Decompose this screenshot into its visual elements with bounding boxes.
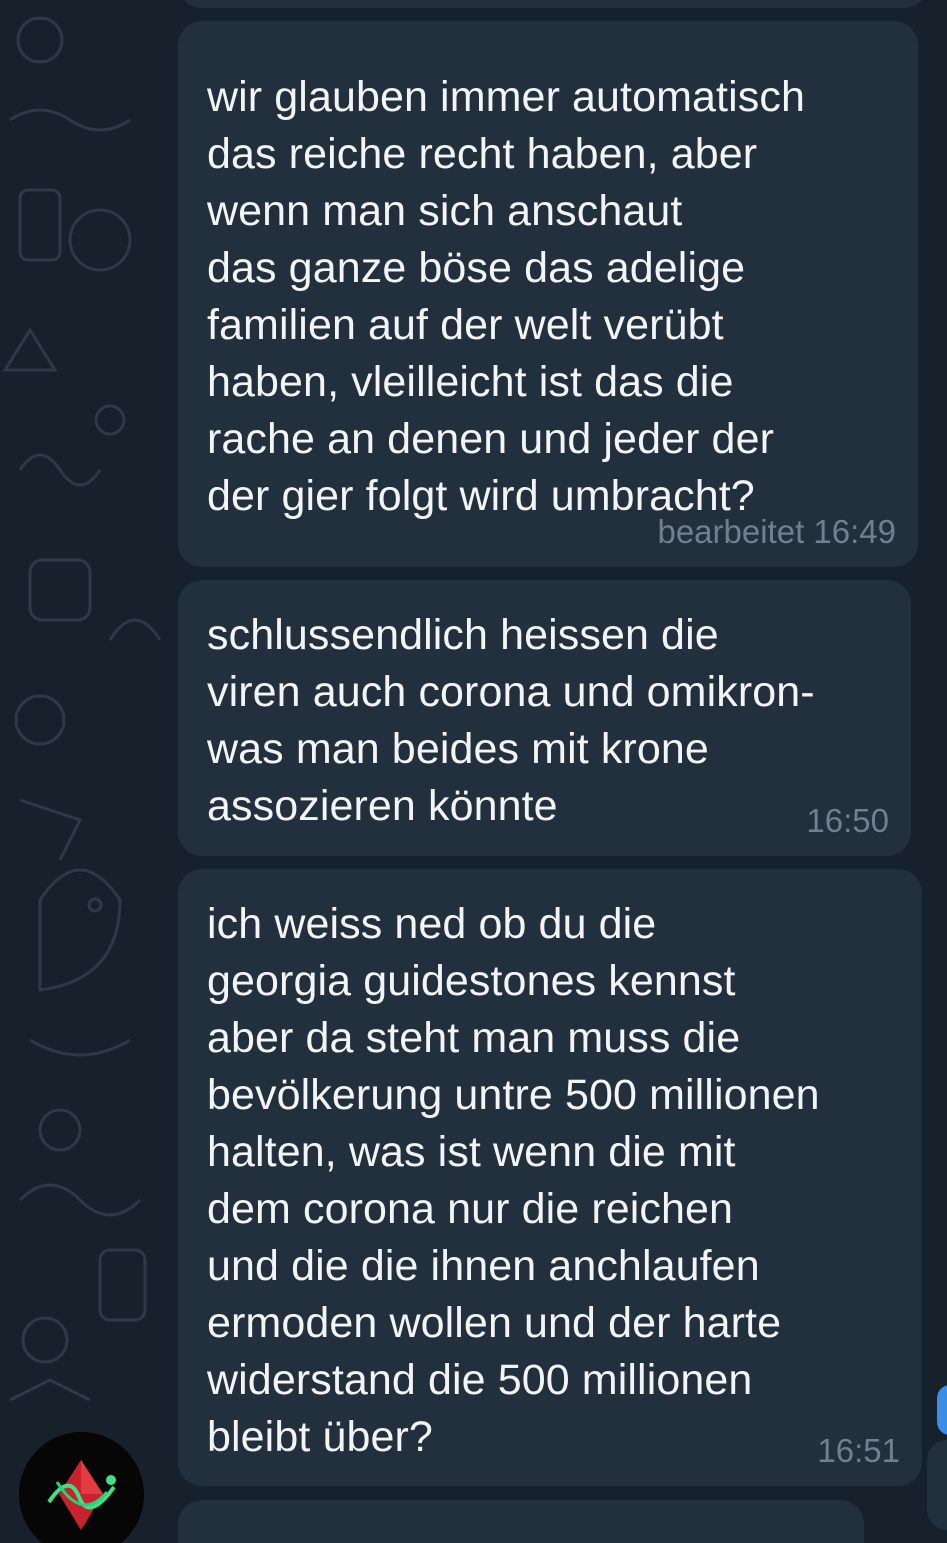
message-bubble[interactable]: wir glauben immer automatisch das reiche… [178, 21, 918, 567]
message-timestamp: 16:50 [806, 802, 889, 839]
message-bubble[interactable]: ich weiss ned ob du die georgia guidesto… [178, 869, 922, 1486]
message-bubble[interactable]: schlussendlich heissen die viren auch co… [178, 580, 911, 856]
message-bubble-next[interactable] [178, 1500, 864, 1543]
message-bubble-right-edge [927, 1440, 947, 1530]
message-text: wir glauben immer automatisch das reiche… [207, 73, 805, 520]
chat-background: wir glauben immer automatisch das reiche… [0, 0, 947, 1543]
message-bubble-previous[interactable] [178, 0, 928, 8]
scroll-badge[interactable] [937, 1385, 947, 1435]
message-text: schlussendlich heissen die viren auch co… [207, 611, 815, 830]
message-timestamp: 16:51 [817, 1432, 900, 1469]
message-text: ich weiss ned ob du die georgia guidesto… [207, 900, 820, 1461]
message-timestamp: bearbeitet 16:49 [657, 513, 896, 550]
